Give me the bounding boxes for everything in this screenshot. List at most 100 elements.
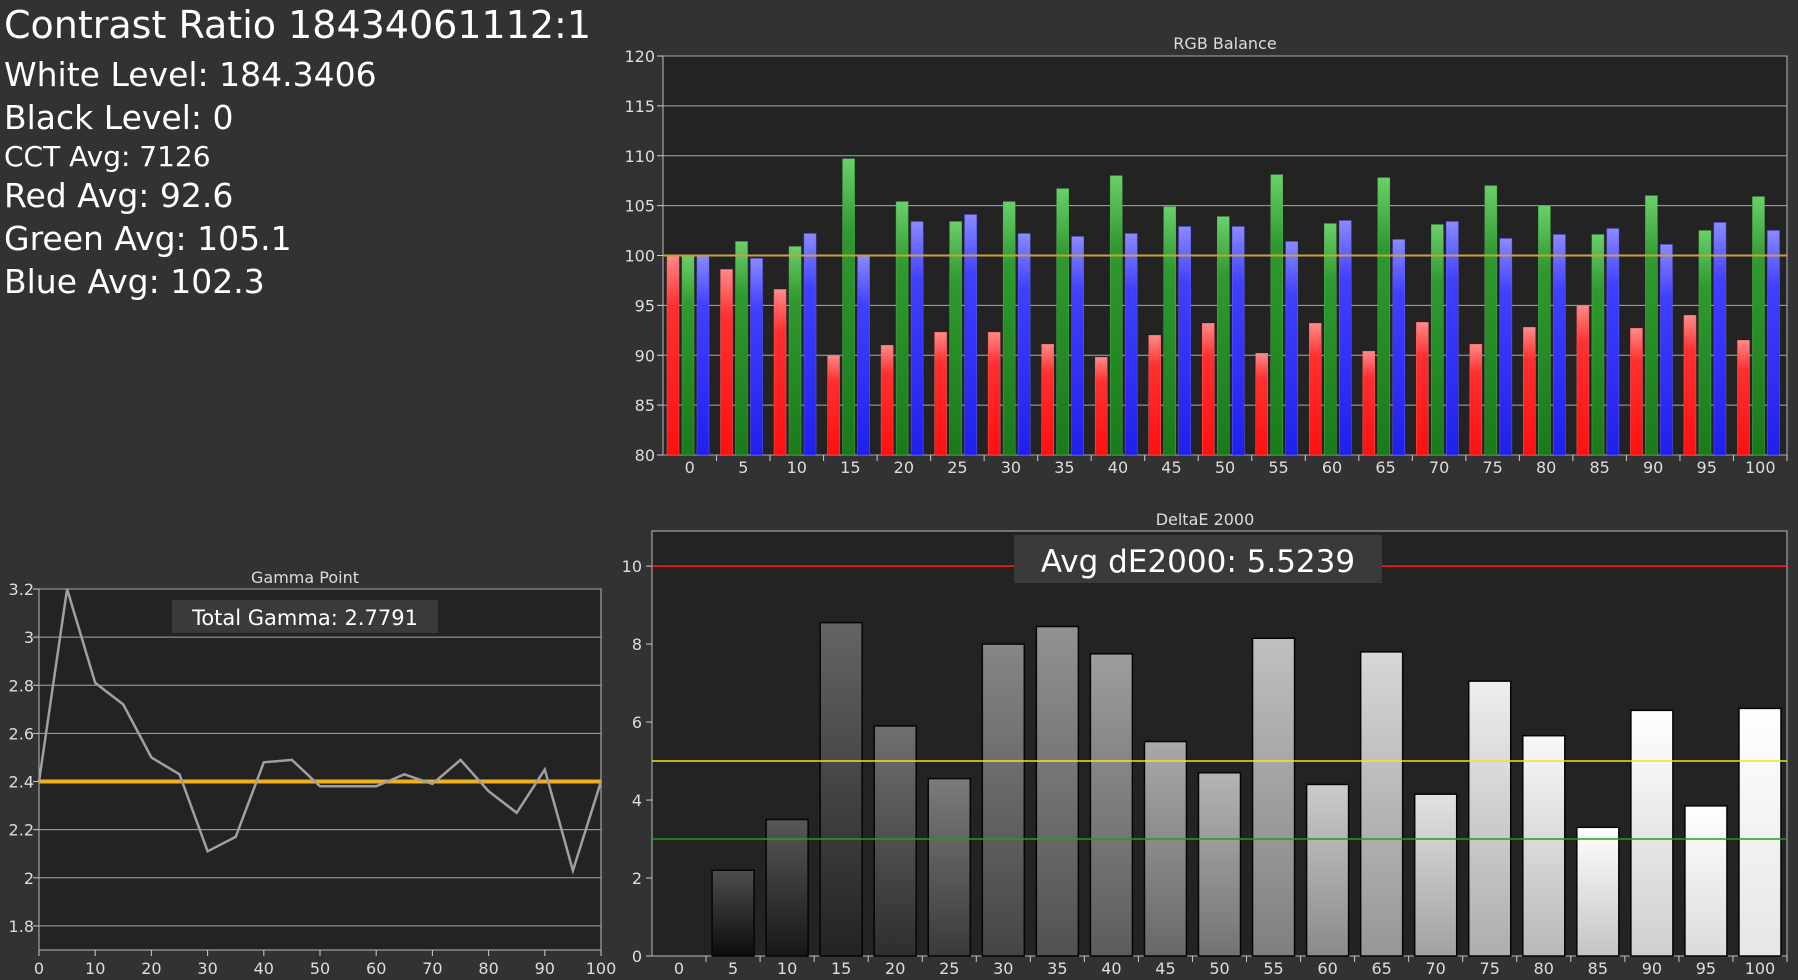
rgb-x-tick-label: 10 [787, 458, 807, 477]
rgb-bar-blue [910, 221, 924, 456]
de-bar [765, 818, 809, 957]
rgb-x-tick-label: 55 [1268, 458, 1288, 477]
rgb-bar-green [1056, 188, 1069, 456]
de-bar [711, 869, 755, 957]
rgb-bar-green [1752, 196, 1765, 456]
rgb-bar-blue [1606, 228, 1620, 456]
rgb-bar-red [1148, 335, 1161, 456]
rgb-bar-green [681, 255, 695, 456]
rgb-bar-blue [857, 255, 870, 456]
rgb-x-tick-label: 25 [947, 458, 967, 477]
gamma-chart-title: Gamma Point [251, 568, 359, 587]
gamma-annotation: Total Gamma: 2.7791 [191, 606, 418, 630]
de-x-tick-label: 45 [1155, 959, 1175, 978]
de-x-tick-label: 75 [1480, 959, 1500, 978]
rgb-x-tick-label: 45 [1161, 458, 1181, 477]
gamma-x-tick-label: 30 [197, 959, 217, 978]
de-x-tick-label: 90 [1642, 959, 1662, 978]
gamma-y-tick-label: 2.6 [9, 724, 34, 743]
rgb-bar-red [1255, 353, 1269, 456]
de-x-tick-label: 20 [885, 959, 905, 978]
rgb-y-tick-label: 100 [624, 247, 655, 266]
rgb-x-tick-label: 95 [1697, 458, 1717, 477]
rgb-bar-red [666, 255, 680, 456]
rgb-y-tick-label: 80 [635, 446, 655, 465]
de-bar [1738, 707, 1782, 957]
gamma-y-tick-label: 2 [24, 869, 34, 888]
rgb-bar-red [880, 345, 894, 456]
rgb-bar-green [1431, 224, 1444, 456]
rgb-bar-blue [1285, 241, 1299, 456]
de-y-tick-label: 10 [622, 557, 642, 576]
rgb-x-tick-label: 60 [1322, 458, 1342, 477]
rgb-bar-blue [1231, 226, 1245, 456]
rgb-bar-blue [1124, 233, 1138, 456]
rgb-x-tick-label: 50 [1215, 458, 1235, 477]
de-bar [1143, 740, 1188, 957]
rgb-bar-green [1645, 195, 1658, 456]
de-x-tick-label: 100 [1745, 959, 1776, 978]
rgb-x-tick-label: 75 [1482, 458, 1502, 477]
de-bar [1684, 805, 1728, 957]
charts-canvas: RGB Balance808590951001051101151200 5 10 15… [9, 34, 1788, 978]
de-y-tick-label: 8 [632, 635, 642, 654]
rgb-bar-blue [1713, 222, 1727, 456]
de-bar [1359, 651, 1404, 957]
de-x-tick-label: 0 [674, 959, 684, 978]
gamma-y-tick-label: 3.2 [9, 580, 34, 599]
rgb-x-tick-label: 15 [840, 458, 860, 477]
rgb-bar-blue [1071, 236, 1084, 456]
de-y-tick-label: 2 [632, 869, 642, 888]
rgb-bar-blue [964, 214, 977, 456]
de-x-tick-label: 50 [1209, 959, 1229, 978]
rgb-y-tick-label: 110 [624, 147, 655, 166]
de-x-tick-label: 10 [777, 959, 797, 978]
rgb-bar-blue [1660, 244, 1673, 456]
gamma-x-tick-label: 0 [34, 959, 44, 978]
rgb-x-tick-label: 100 [1745, 458, 1776, 477]
de-x-tick-label: 40 [1101, 959, 1121, 978]
rgb-bar-red [1683, 315, 1697, 456]
rgb-bar-blue [1446, 221, 1459, 456]
rgb-bar-green [1002, 201, 1016, 456]
rgb-bar-blue [1767, 230, 1780, 456]
de-bar [1305, 783, 1350, 957]
rgb-bar-green [949, 221, 962, 456]
rgb-y-tick-label: 85 [635, 396, 655, 415]
rgb-x-tick-label: 80 [1536, 458, 1556, 477]
gamma-x-tick-label: 40 [254, 959, 274, 978]
rgb-bar-red [987, 332, 1001, 456]
rgb-x-tick-label: 35 [1054, 458, 1074, 477]
rgb-y-tick-label: 90 [635, 346, 655, 365]
de-bar [1251, 637, 1296, 957]
de-bar [819, 621, 863, 957]
rgb-bar-green [1484, 185, 1498, 456]
gamma-x-tick-label: 80 [478, 959, 498, 978]
de-y-tick-label: 0 [632, 947, 642, 966]
rgb-bar-green [1698, 230, 1712, 456]
gamma-x-tick-label: 100 [586, 959, 617, 978]
gamma-y-tick-label: 2.8 [9, 676, 34, 695]
rgb-bar-blue [1017, 233, 1031, 456]
rgb-bar-red [1201, 323, 1215, 456]
rgb-x-tick-label: 70 [1429, 458, 1449, 477]
rgb-x-tick-label: 90 [1643, 458, 1663, 477]
de-x-tick-label: 85 [1588, 959, 1608, 978]
rgb-bar-red [1309, 323, 1322, 456]
gamma-y-tick-label: 3 [24, 628, 34, 647]
rgb-bar-green [1163, 206, 1176, 456]
de-bar [1197, 771, 1242, 957]
rgb-bar-green [1324, 223, 1337, 456]
rgb-bar-red [1041, 344, 1054, 456]
rgb-bar-green [1216, 216, 1230, 456]
rgb-bar-red [1576, 305, 1590, 456]
de-bar [1413, 793, 1458, 957]
rgb-y-tick-label: 95 [635, 296, 655, 315]
gamma-x-tick-label: 20 [141, 959, 161, 978]
rgb-bar-red [1469, 344, 1483, 456]
de-x-tick-label: 35 [1047, 959, 1067, 978]
rgb-x-tick-label: 0 [685, 458, 695, 477]
de-x-tick-label: 60 [1317, 959, 1337, 978]
rgb-y-tick-label: 120 [624, 47, 655, 66]
rgb-bar-red [1630, 328, 1643, 456]
